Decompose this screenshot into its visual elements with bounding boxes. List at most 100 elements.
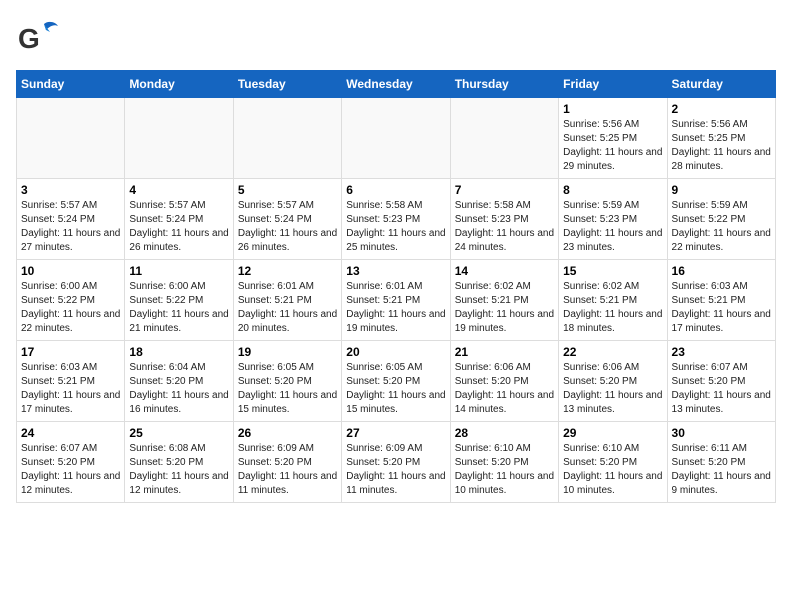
calendar-cell: 11 Sunrise: 6:00 AM Sunset: 5:22 PM Dayli…: [125, 260, 233, 341]
day-number: 4: [129, 183, 228, 197]
calendar-cell: 25 Sunrise: 6:08 AM Sunset: 5:20 PM Dayli…: [125, 422, 233, 503]
weekday-header: Wednesday: [342, 71, 450, 98]
day-info: Sunrise: 6:02 AM Sunset: 5:21 PM Dayligh…: [455, 280, 554, 336]
calendar-cell: 15Sunrise: 6:02 AM Sunset: 5:21 PM Dayli…: [559, 260, 667, 341]
calendar-cell: 28 Sunrise: 6:10 AM Sunset: 5:20 PM Dayli…: [450, 422, 558, 503]
calendar-header-row: SundayMondayTuesdayWednesdayThursdayFrid…: [17, 71, 776, 98]
calendar-cell: 26Sunrise: 6:09 AM Sunset: 5:20 PM Dayli…: [233, 422, 341, 503]
calendar-week-row: 1 Sunrise: 5:56 AM Sunset: 5:25 PM Daylig…: [17, 98, 776, 179]
calendar-cell: 13 Sunrise: 6:01 AM Sunset: 5:21 PM Dayli…: [342, 260, 450, 341]
calendar-cell: 12Sunrise: 6:01 AM Sunset: 5:21 PM Dayli…: [233, 260, 341, 341]
day-number: 30: [672, 426, 771, 440]
calendar-cell: 29 Sunrise: 6:10 AM Sunset: 5:20 PM Dayli…: [559, 422, 667, 503]
day-number: 25: [129, 426, 228, 440]
calendar-cell: 14 Sunrise: 6:02 AM Sunset: 5:21 PM Dayli…: [450, 260, 558, 341]
day-info: Sunrise: 6:00 AM Sunset: 5:22 PM Dayligh…: [129, 280, 228, 336]
day-number: 13: [346, 264, 445, 278]
weekday-header: Tuesday: [233, 71, 341, 98]
day-info: Sunrise: 5:58 AM Sunset: 5:23 PM Dayligh…: [455, 199, 554, 255]
weekday-header: Saturday: [667, 71, 775, 98]
day-info: Sunrise: 6:07 AM Sunset: 5:20 PM Dayligh…: [21, 442, 120, 498]
day-info: Sunrise: 5:59 AM Sunset: 5:22 PM Dayligh…: [672, 199, 771, 255]
day-info: Sunrise: 5:57 AM Sunset: 5:24 PM Dayligh…: [21, 199, 120, 255]
day-number: 5: [238, 183, 337, 197]
day-number: 1: [563, 102, 662, 116]
calendar-cell: 1 Sunrise: 5:56 AM Sunset: 5:25 PM Daylig…: [559, 98, 667, 179]
calendar-cell: [342, 98, 450, 179]
weekday-header: Thursday: [450, 71, 558, 98]
calendar-cell: 24 Sunrise: 6:07 AM Sunset: 5:20 PM Dayli…: [17, 422, 125, 503]
calendar-cell: 21 Sunrise: 6:06 AM Sunset: 5:20 PM Dayli…: [450, 341, 558, 422]
day-info: Sunrise: 5:58 AM Sunset: 5:23 PM Dayligh…: [346, 199, 445, 255]
day-number: 12: [238, 264, 337, 278]
day-number: 17: [21, 345, 120, 359]
day-info: Sunrise: 5:59 AM Sunset: 5:23 PM Dayligh…: [563, 199, 662, 255]
day-number: 8: [563, 183, 662, 197]
logo: G: [16, 16, 64, 60]
day-info: Sunrise: 6:01 AM Sunset: 5:21 PM Dayligh…: [346, 280, 445, 336]
day-number: 16: [672, 264, 771, 278]
calendar-cell: 30 Sunrise: 6:11 AM Sunset: 5:20 PM Dayli…: [667, 422, 775, 503]
day-number: 29: [563, 426, 662, 440]
calendar-cell: 7 Sunrise: 5:58 AM Sunset: 5:23 PM Daylig…: [450, 179, 558, 260]
calendar-cell: 17 Sunrise: 6:03 AM Sunset: 5:21 PM Dayli…: [17, 341, 125, 422]
calendar-cell: 9 Sunrise: 5:59 AM Sunset: 5:22 PM Daylig…: [667, 179, 775, 260]
calendar-week-row: 3 Sunrise: 5:57 AM Sunset: 5:24 PM Daylig…: [17, 179, 776, 260]
calendar-cell: 19Sunrise: 6:05 AM Sunset: 5:20 PM Dayli…: [233, 341, 341, 422]
calendar-cell: 6 Sunrise: 5:58 AM Sunset: 5:23 PM Daylig…: [342, 179, 450, 260]
day-info: Sunrise: 6:08 AM Sunset: 5:20 PM Dayligh…: [129, 442, 228, 498]
day-info: Sunrise: 5:56 AM Sunset: 5:25 PM Dayligh…: [563, 118, 662, 174]
day-info: Sunrise: 6:02 AM Sunset: 5:21 PM Dayligh…: [563, 280, 662, 336]
day-info: Sunrise: 6:09 AM Sunset: 5:20 PM Dayligh…: [238, 442, 337, 498]
calendar-cell: 27Sunrise: 6:09 AM Sunset: 5:20 PM Dayli…: [342, 422, 450, 503]
day-number: 19: [238, 345, 337, 359]
day-info: Sunrise: 6:07 AM Sunset: 5:20 PM Dayligh…: [672, 361, 771, 417]
day-info: Sunrise: 6:11 AM Sunset: 5:20 PM Dayligh…: [672, 442, 771, 498]
calendar-cell: [17, 98, 125, 179]
day-number: 28: [455, 426, 554, 440]
day-info: Sunrise: 6:03 AM Sunset: 5:21 PM Dayligh…: [21, 361, 120, 417]
day-number: 11: [129, 264, 228, 278]
calendar-cell: 22 Sunrise: 6:06 AM Sunset: 5:20 PM Dayli…: [559, 341, 667, 422]
weekday-header: Friday: [559, 71, 667, 98]
weekday-header: Monday: [125, 71, 233, 98]
day-number: 10: [21, 264, 120, 278]
day-number: 9: [672, 183, 771, 197]
day-info: Sunrise: 5:56 AM Sunset: 5:25 PM Dayligh…: [672, 118, 771, 174]
day-info: Sunrise: 6:05 AM Sunset: 5:20 PM Dayligh…: [346, 361, 445, 417]
calendar-cell: 3 Sunrise: 5:57 AM Sunset: 5:24 PM Daylig…: [17, 179, 125, 260]
svg-text:G: G: [18, 23, 40, 54]
calendar-cell: [233, 98, 341, 179]
calendar-cell: 8 Sunrise: 5:59 AM Sunset: 5:23 PM Daylig…: [559, 179, 667, 260]
day-number: 20: [346, 345, 445, 359]
logo-icon: G: [16, 16, 60, 60]
day-info: Sunrise: 6:06 AM Sunset: 5:20 PM Dayligh…: [455, 361, 554, 417]
day-info: Sunrise: 6:10 AM Sunset: 5:20 PM Dayligh…: [563, 442, 662, 498]
calendar-week-row: 24 Sunrise: 6:07 AM Sunset: 5:20 PM Dayli…: [17, 422, 776, 503]
day-info: Sunrise: 6:00 AM Sunset: 5:22 PM Dayligh…: [21, 280, 120, 336]
day-info: Sunrise: 6:10 AM Sunset: 5:20 PM Dayligh…: [455, 442, 554, 498]
page-header: G: [16, 16, 776, 60]
day-info: Sunrise: 6:04 AM Sunset: 5:20 PM Dayligh…: [129, 361, 228, 417]
calendar-week-row: 17 Sunrise: 6:03 AM Sunset: 5:21 PM Dayli…: [17, 341, 776, 422]
day-number: 6: [346, 183, 445, 197]
day-number: 2: [672, 102, 771, 116]
day-number: 24: [21, 426, 120, 440]
day-info: Sunrise: 5:57 AM Sunset: 5:24 PM Dayligh…: [129, 199, 228, 255]
day-number: 23: [672, 345, 771, 359]
calendar-cell: 5 Sunrise: 5:57 AM Sunset: 5:24 PM Daylig…: [233, 179, 341, 260]
day-info: Sunrise: 6:03 AM Sunset: 5:21 PM Dayligh…: [672, 280, 771, 336]
day-number: 3: [21, 183, 120, 197]
day-info: Sunrise: 5:57 AM Sunset: 5:24 PM Dayligh…: [238, 199, 337, 255]
calendar-table: SundayMondayTuesdayWednesdayThursdayFrid…: [16, 70, 776, 503]
day-number: 14: [455, 264, 554, 278]
day-number: 22: [563, 345, 662, 359]
day-number: 21: [455, 345, 554, 359]
calendar-cell: 10 Sunrise: 6:00 AM Sunset: 5:22 PM Dayli…: [17, 260, 125, 341]
day-number: 7: [455, 183, 554, 197]
calendar-cell: 4 Sunrise: 5:57 AM Sunset: 5:24 PM Daylig…: [125, 179, 233, 260]
day-number: 18: [129, 345, 228, 359]
calendar-cell: 2 Sunrise: 5:56 AM Sunset: 5:25 PM Daylig…: [667, 98, 775, 179]
calendar-cell: [125, 98, 233, 179]
day-info: Sunrise: 6:06 AM Sunset: 5:20 PM Dayligh…: [563, 361, 662, 417]
